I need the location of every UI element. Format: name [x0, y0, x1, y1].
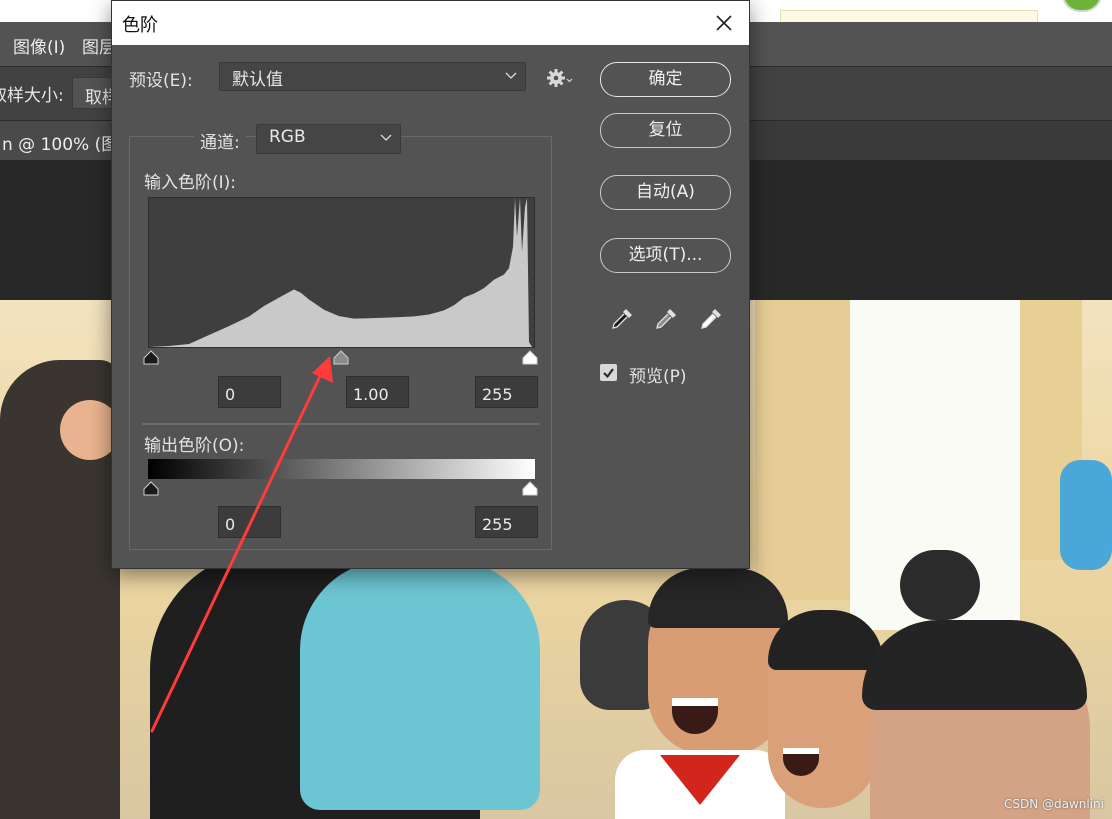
chevron-down-icon	[380, 134, 392, 141]
input-white-field[interactable]	[475, 376, 538, 408]
histogram	[148, 197, 535, 348]
ok-button[interactable]: 确定	[600, 62, 731, 97]
gear-icon[interactable]	[546, 68, 574, 88]
histogram-area	[149, 198, 534, 347]
input-black-field[interactable]	[218, 376, 281, 408]
close-icon	[716, 15, 732, 31]
channel-select[interactable]: RGB	[256, 124, 401, 154]
levels-dialog: 色阶 预设(E): 默认值 通道: RGB 输入色阶(I): 0 1.00 25…	[111, 0, 750, 569]
gray-eyedropper-icon[interactable]	[653, 306, 679, 332]
options-button[interactable]: 选项(T)...	[600, 238, 731, 273]
dialog-titlebar: 色阶	[112, 1, 749, 45]
black-eyedropper-icon[interactable]	[609, 306, 635, 332]
close-button[interactable]	[708, 7, 740, 39]
preset-value: 默认值	[232, 70, 283, 90]
output-black-field[interactable]	[218, 506, 281, 538]
menu-image[interactable]: 图像(I)	[13, 33, 65, 58]
section-divider	[142, 423, 540, 425]
preview-label: 预览(P)	[629, 367, 687, 387]
output-gradient-bar	[148, 459, 535, 479]
output-black-slider[interactable]	[143, 481, 159, 496]
person-shirt	[300, 560, 540, 810]
preview-checkbox[interactable]	[600, 364, 617, 381]
browser-logo-icon	[1062, 0, 1102, 12]
input-white-slider[interactable]	[522, 350, 538, 365]
background-person	[900, 550, 980, 620]
input-gamma-field[interactable]	[346, 376, 409, 408]
output-levels-label: 输出色阶(O):	[144, 436, 245, 456]
output-white-field[interactable]	[475, 506, 538, 538]
wall-column	[755, 300, 850, 600]
channel-value: RGB	[269, 127, 306, 147]
watermark: CSDN @dawnlini	[1003, 797, 1104, 811]
histogram-graph	[149, 198, 534, 347]
input-gamma-slider[interactable]	[333, 350, 349, 365]
auto-button[interactable]: 自动(A)	[600, 175, 731, 210]
reset-button[interactable]: 复位	[600, 113, 731, 148]
input-black-slider[interactable]	[143, 350, 159, 365]
preset-label: 预设(E):	[129, 71, 193, 91]
background-person	[1060, 460, 1112, 570]
dialog-title: 色阶	[122, 15, 158, 36]
channel-label: 通道:	[194, 128, 246, 153]
sample-size-label: 取样大小:	[0, 86, 64, 106]
checkmark-icon	[603, 368, 614, 379]
white-eyedropper-icon[interactable]	[698, 306, 724, 332]
preset-select[interactable]: 默认值	[219, 62, 526, 91]
input-levels-label: 输入色阶(I):	[144, 173, 237, 193]
child-hair	[862, 620, 1087, 710]
output-white-slider[interactable]	[522, 481, 538, 496]
chevron-down-icon	[505, 72, 517, 79]
